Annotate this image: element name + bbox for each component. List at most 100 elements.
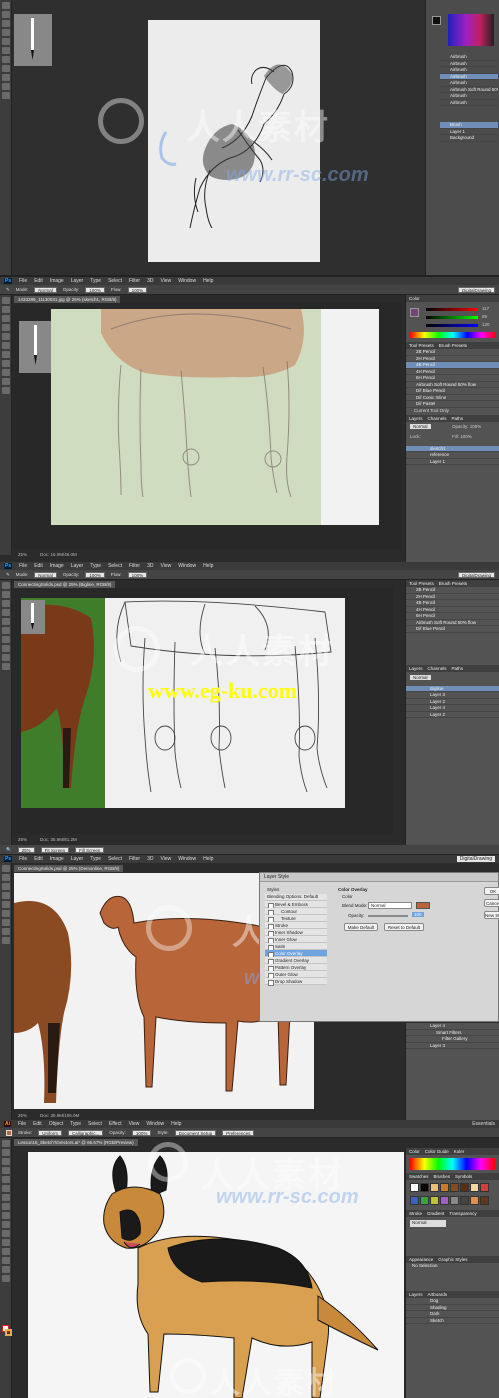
marquee-tool-icon[interactable] [1,306,10,313]
layer-style-dialog[interactable]: Layer Style Styles Blending Options: Def… [259,872,499,1022]
menu-3d[interactable]: 3D [147,856,153,862]
menu-file[interactable]: File [18,1121,26,1127]
mode-dropdown[interactable]: Normal [34,286,57,293]
reset-to-default-button[interactable]: Reset to Default [384,923,424,931]
swatch-chip[interactable] [420,1183,429,1192]
foreground-color-swatch[interactable] [432,16,441,25]
menu-help[interactable]: Help [203,856,213,862]
style-item[interactable]: Gradient Overlay [265,957,327,965]
tab-kuler[interactable]: Kuler [454,1149,465,1154]
pen-tool-icon[interactable] [1,928,10,935]
tab-transparency[interactable]: Transparency [449,1211,476,1216]
pen-tool-icon[interactable] [1,360,10,367]
blend-mode-dropdown[interactable]: Normal [368,902,412,909]
canvas-document[interactable] [148,20,320,262]
tool-presets-tabs[interactable]: Tool Presets Brush Presets [406,342,499,349]
tab-color-guide[interactable]: Color Guide [425,1149,449,1154]
style-item[interactable]: Outer Glow [265,971,327,979]
document-setup-button[interactable]: Document Setup [174,1129,217,1136]
brush-tool-icon[interactable] [1,901,10,908]
swatch-chip[interactable] [430,1195,439,1205]
menu-edit[interactable]: Edit [34,278,43,284]
style-item[interactable]: Color Overlay [265,950,327,958]
swatch-chip[interactable] [470,1183,479,1192]
new-style-button[interactable]: New Style... [484,911,499,919]
menu-layer[interactable]: Layer [71,856,84,862]
rectangle-tool-icon[interactable] [1,1194,10,1201]
type-tool-icon[interactable] [1,654,10,661]
hand-tool-icon[interactable] [1,83,10,90]
opacity-field[interactable]: Opacity: 100% [452,424,481,429]
tab-channels[interactable]: Channels [428,416,447,421]
swatch-grid[interactable] [406,1180,499,1210]
color-ramp[interactable] [410,332,496,338]
menu-3d[interactable]: 3D [147,563,153,569]
menu-file[interactable]: File [19,278,27,284]
menu-select[interactable]: Select [108,563,122,569]
zoom-100-button[interactable]: 25% [17,846,35,853]
menu-window[interactable]: Window [146,1121,164,1127]
flow-field[interactable]: 100% [127,286,148,293]
style-item[interactable]: Texture [265,915,327,923]
layer-row[interactable]: Layer 3 [406,1043,499,1049]
document-tab[interactable]: Lesson16_SketchToVectors.ai* @ 66.67% (R… [14,1139,138,1146]
lasso-tool-icon[interactable] [1,20,10,27]
style-item[interactable]: Inner Glow [265,936,327,944]
tab-channels[interactable]: Channels [428,666,447,671]
tab-paths[interactable]: Paths [452,416,464,421]
menu-help[interactable]: Help [171,1121,181,1127]
menu-filter[interactable]: Filter [129,278,140,284]
blending-options-item[interactable]: Blending Options: Default [265,894,327,901]
swatch-chip[interactable] [420,1195,429,1205]
layer-row[interactable]: Layer 1 [406,459,499,465]
menu-filter[interactable]: Filter [129,563,140,569]
layers-tabs[interactable]: Layers Channels Paths [406,414,499,422]
styles-list[interactable]: Bevel & Emboss Contour Texture Stroke In… [265,901,327,986]
eraser-tool-icon[interactable] [1,47,10,54]
layers-list[interactable]: sketch1 reference Layer 1 [406,445,499,465]
lasso-tool-icon[interactable] [1,883,10,890]
style-item[interactable]: Satin [265,943,327,951]
brush-options-icon[interactable]: ✎ [6,572,10,578]
menu-layer[interactable]: Layer [71,278,84,284]
layers-list[interactable]: Layer 4 Smart Filters Filter Gallery Lay… [406,1023,499,1049]
tool-presets-tabs[interactable]: Tool Presets Brush Presets [406,580,499,587]
move-tool-icon[interactable] [1,2,10,9]
layer-row[interactable]: Layer 2 [406,712,499,718]
paintbrush-tool-icon[interactable] [1,1203,10,1210]
crop-tool-icon[interactable] [1,324,10,331]
tab-brush-presets[interactable]: Brush Presets [439,581,467,586]
pen-tool-icon[interactable] [1,645,10,652]
menu-window[interactable]: Window [178,856,196,862]
swatch-chip[interactable] [460,1195,469,1205]
gradient-tool-icon[interactable] [1,919,10,926]
tab-appearance[interactable]: Appearance [409,1257,433,1262]
menu-effect[interactable]: Effect [109,1121,122,1127]
layer-row[interactable]: Background [440,135,498,142]
tab-layers[interactable]: Layers [409,416,423,421]
tab-color[interactable]: Color [409,296,420,301]
blue-value[interactable]: 120 [482,322,490,327]
tab-swatches[interactable]: Swatches [409,1174,429,1179]
document-tab[interactable]: ConnectingSolids.psd @ 25% (Demonline, R… [14,865,124,872]
gradient-tool-icon[interactable] [1,1248,10,1255]
swatch-chip[interactable] [450,1195,459,1205]
hand-tool-icon[interactable] [1,1266,10,1273]
brush-tool-icon[interactable] [1,333,10,340]
document-tab[interactable]: ConnectingSolids.psd @ 25% (Bigline, RGB… [14,581,116,588]
brush-definition-dropdown[interactable]: Calligraphic... [68,1129,104,1136]
marquee-tool-icon[interactable] [1,591,10,598]
menu-select[interactable]: Select [108,278,122,284]
tab-layers[interactable]: Layers [409,1292,423,1297]
overlay-color-swatch[interactable] [416,902,430,909]
style-item[interactable]: Stroke [265,922,327,930]
menu-type[interactable]: Type [90,563,101,569]
status-zoom[interactable]: 25% [18,1113,27,1119]
move-tool-icon[interactable] [1,582,10,589]
menu-3d[interactable]: 3D [147,278,153,284]
foreground-color-swatch[interactable] [410,308,419,317]
transparency-tabs[interactable]: Stroke Gradient Transparency [406,1210,499,1217]
opacity-field[interactable]: 100% [131,1129,152,1136]
tab-paths[interactable]: Paths [452,666,464,671]
gradient-tool-icon[interactable] [1,351,10,358]
